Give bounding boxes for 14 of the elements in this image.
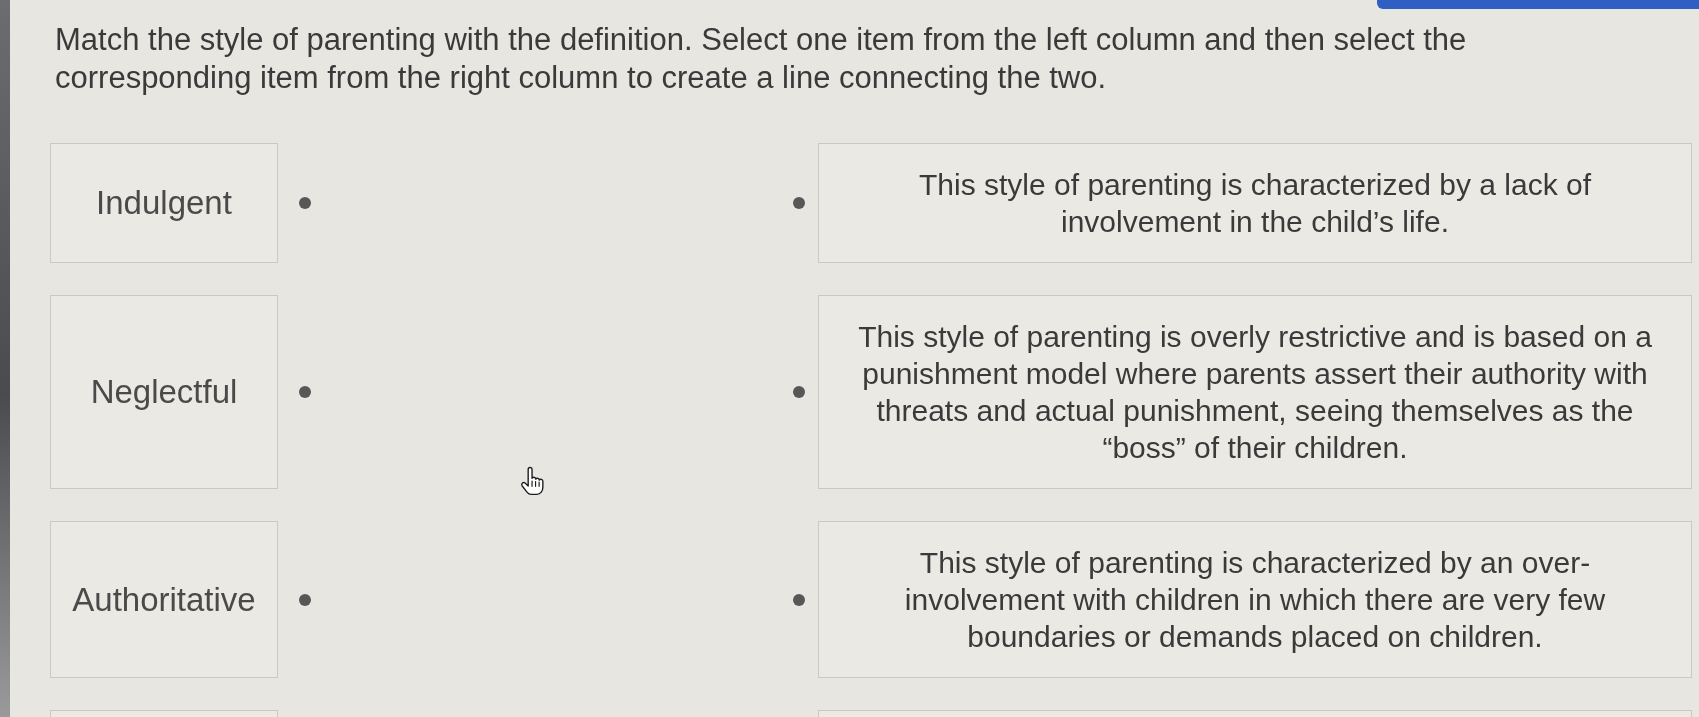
connector-dot-icon[interactable] [793,593,805,606]
definition-card[interactable]: This style of parenting is characterized by an over-involvement with children in which there are very few boundaries or demands placed on children. [818,521,1692,678]
connector-dot-icon[interactable] [299,197,311,209]
hand-cursor-icon [520,466,546,496]
definition-card[interactable]: This style of parenting is characterized by a lack of involvement in the child’s life. [818,143,1692,263]
term-card[interactable]: Authoritative [50,521,278,678]
connector-dot-icon[interactable] [793,386,805,398]
term-card[interactable]: Indulgent [50,143,278,263]
instruction-text: Match the style of parenting with the definition. Select one item from the left column and then select the corresponding item from the right column to create a line connecting the two. [55,21,1468,97]
definition-card[interactable]: This style of parenting is overly restrictive and is based on a punishment model where parents assert their authority with threats and actual punishment, seeing themselves as the “boss” of their children. [818,295,1692,489]
connector-dot-icon[interactable] [793,197,805,209]
connector-dot-icon[interactable] [299,386,311,398]
connector-dot-icon[interactable] [299,593,311,606]
term-card[interactable]: Neglectful [50,295,278,489]
